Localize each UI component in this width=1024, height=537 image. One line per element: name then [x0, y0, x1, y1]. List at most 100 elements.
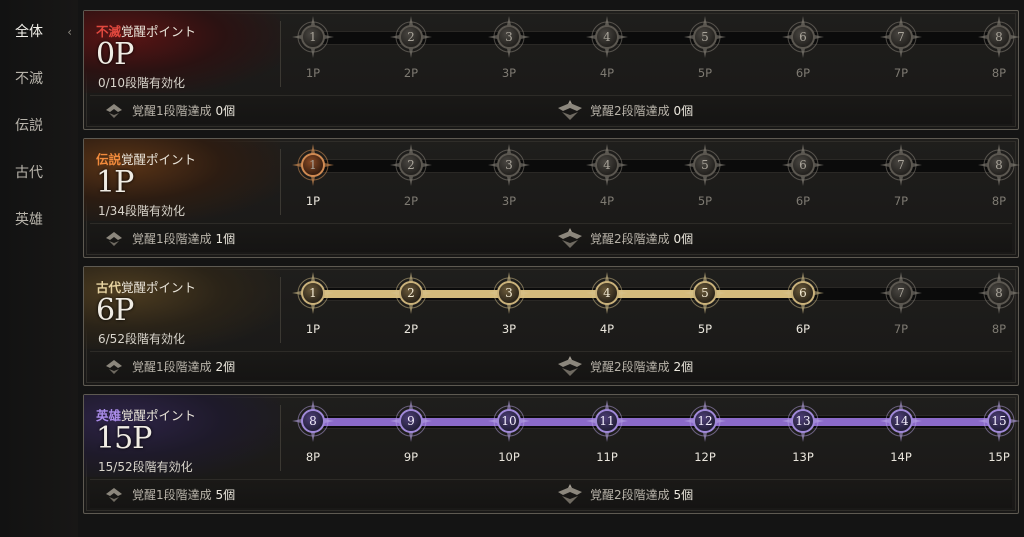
node-point-label: 2P	[403, 322, 419, 336]
node-number: 10	[501, 414, 517, 428]
stage1-count: 2個	[215, 360, 236, 374]
awakening-node[interactable]: 10	[488, 400, 530, 442]
node-point-label: 3P	[501, 322, 517, 336]
awakening-node[interactable]: 6	[782, 16, 824, 58]
node-number: 12	[697, 414, 713, 428]
awakening-node[interactable]: 7	[880, 144, 922, 186]
node-point-label: 3P	[501, 66, 517, 80]
node-number: 7	[897, 286, 905, 300]
awakening-node[interactable]: 8	[978, 272, 1020, 314]
awakening-node[interactable]: 15	[978, 400, 1020, 442]
stage1-count: 0個	[215, 104, 236, 118]
awakening-node[interactable]: 8	[978, 144, 1020, 186]
node-point-label: 8P	[991, 66, 1007, 80]
awakening-node[interactable]: 14	[880, 400, 922, 442]
node-number: 6	[799, 30, 807, 44]
awakening-stage2-icon	[556, 355, 584, 377]
sidebar-item-label: 古代	[15, 165, 43, 181]
awakening-panel-1: 伝説覚醒ポイント 1P 1/34段階有効化 1 1P 2 2P 3 3P 4 4P 5 5P 6 6P 7 7P…	[83, 138, 1020, 258]
node-number: 6	[799, 286, 807, 300]
node-point-label: 9P	[403, 450, 419, 464]
achievement-row: 覚醒1段階達成 0個 覚醒2段階達成 0個	[90, 95, 1012, 124]
awakening-node[interactable]: 5	[684, 272, 726, 314]
node-number: 15	[991, 414, 1007, 428]
stage2-achievement: 覚醒2段階達成 0個	[590, 230, 693, 247]
sidebar-item-2[interactable]: 伝説	[0, 106, 78, 146]
awakening-node[interactable]: 4	[586, 272, 628, 314]
awakening-node[interactable]: 3	[488, 272, 530, 314]
node-point-label: 14P	[890, 450, 912, 464]
awakening-node[interactable]: 6	[782, 272, 824, 314]
sidebar-item-0[interactable]: 全体 ‹	[0, 12, 78, 52]
node-point-label: 1P	[305, 322, 321, 336]
node-number: 7	[897, 30, 905, 44]
stage2-count: 2個	[673, 360, 694, 374]
node-number: 8	[995, 30, 1003, 44]
node-number: 8	[995, 286, 1003, 300]
awakening-stage1-icon	[104, 102, 124, 120]
node-point-label: 13P	[792, 450, 814, 464]
awakening-node[interactable]: 13	[782, 400, 824, 442]
node-point-label: 2P	[403, 66, 419, 80]
awakening-node[interactable]: 5	[684, 16, 726, 58]
awakening-node[interactable]: 12	[684, 400, 726, 442]
awakening-node[interactable]: 11	[586, 400, 628, 442]
node-point-label: 4P	[599, 66, 615, 80]
stage2-count: 0個	[673, 104, 694, 118]
node-point-label: 11P	[596, 450, 618, 464]
node-point-label: 10P	[498, 450, 520, 464]
awakening-node[interactable]: 7	[880, 16, 922, 58]
awakening-nodes: 8 8P 9 9P 10 10P 11 11P 12 12P 13 13P 14 14P 15 15P	[84, 395, 1020, 477]
node-point-label: 15P	[988, 450, 1010, 464]
sidebar-item-3[interactable]: 古代	[0, 153, 78, 193]
awakening-stage2-icon	[556, 227, 584, 249]
awakening-nodes: 1 1P 2 2P 3 3P 4 4P 5 5P 6 6P 7 7P 8 8P	[84, 139, 1020, 221]
node-point-label: 12P	[694, 450, 716, 464]
node-number: 6	[799, 158, 807, 172]
node-number: 11	[599, 414, 615, 428]
stage1-count: 5個	[215, 488, 236, 502]
node-number: 3	[505, 30, 513, 44]
awakening-node[interactable]: 3	[488, 144, 530, 186]
stage2-count: 0個	[673, 232, 694, 246]
awakening-screen: 全体 ‹ 不滅 伝説 古代 英雄 不滅覚醒ポイント 0P 0/10段階有効化 1 1P 2 2P 3 3P…	[0, 0, 1024, 537]
awakening-nodes: 1 1P 2 2P 3 3P 4 4P 5 5P 6 6P 7 7P 8 8P	[84, 267, 1020, 349]
sidebar-item-label: 全体	[15, 24, 43, 40]
achievement-row: 覚醒1段階達成 1個 覚醒2段階達成 0個	[90, 223, 1012, 252]
rarity-filter-sidebar: 全体 ‹ 不滅伝説古代英雄	[0, 0, 78, 537]
stage2-achievement: 覚醒2段階達成 2個	[590, 358, 693, 375]
awakening-node[interactable]: 8	[978, 16, 1020, 58]
node-point-label: 1P	[305, 66, 321, 80]
awakening-panel-2: 古代覚醒ポイント 6P 6/52段階有効化 1 1P 2 2P 3 3P 4 4P 5 5P 6 6P 7 7P…	[83, 266, 1020, 386]
awakening-node[interactable]: 6	[782, 144, 824, 186]
stage1-achievement: 覚醒1段階達成 2個	[132, 358, 235, 375]
sidebar-item-4[interactable]: 英雄	[0, 200, 78, 240]
awakening-node[interactable]: 2	[390, 272, 432, 314]
awakening-node[interactable]: 8	[292, 400, 334, 442]
awakening-node[interactable]: 2	[390, 16, 432, 58]
awakening-node[interactable]: 7	[880, 272, 922, 314]
awakening-node[interactable]: 1	[292, 144, 334, 186]
awakening-node[interactable]: 2	[390, 144, 432, 186]
awakening-node[interactable]: 1	[292, 16, 334, 58]
awakening-node[interactable]: 5	[684, 144, 726, 186]
node-number: 4	[603, 286, 611, 300]
awakening-node[interactable]: 9	[390, 400, 432, 442]
stage2-label: 覚醒2段階達成	[590, 488, 670, 502]
node-point-label: 6P	[795, 194, 811, 208]
stage1-achievement: 覚醒1段階達成 0個	[132, 102, 235, 119]
awakening-node[interactable]: 3	[488, 16, 530, 58]
awakening-node[interactable]: 4	[586, 144, 628, 186]
awakening-stage1-icon	[104, 230, 124, 248]
awakening-node[interactable]: 4	[586, 16, 628, 58]
node-number: 7	[897, 158, 905, 172]
stage1-achievement: 覚醒1段階達成 1個	[132, 230, 235, 247]
node-point-label: 8P	[991, 194, 1007, 208]
stage2-label: 覚醒2段階達成	[590, 104, 670, 118]
awakening-node[interactable]: 1	[292, 272, 334, 314]
node-number: 8	[995, 158, 1003, 172]
sidebar-item-1[interactable]: 不滅	[0, 59, 78, 99]
node-number: 2	[407, 158, 415, 172]
sidebar-item-label: 英雄	[15, 212, 43, 228]
node-number: 3	[505, 286, 513, 300]
